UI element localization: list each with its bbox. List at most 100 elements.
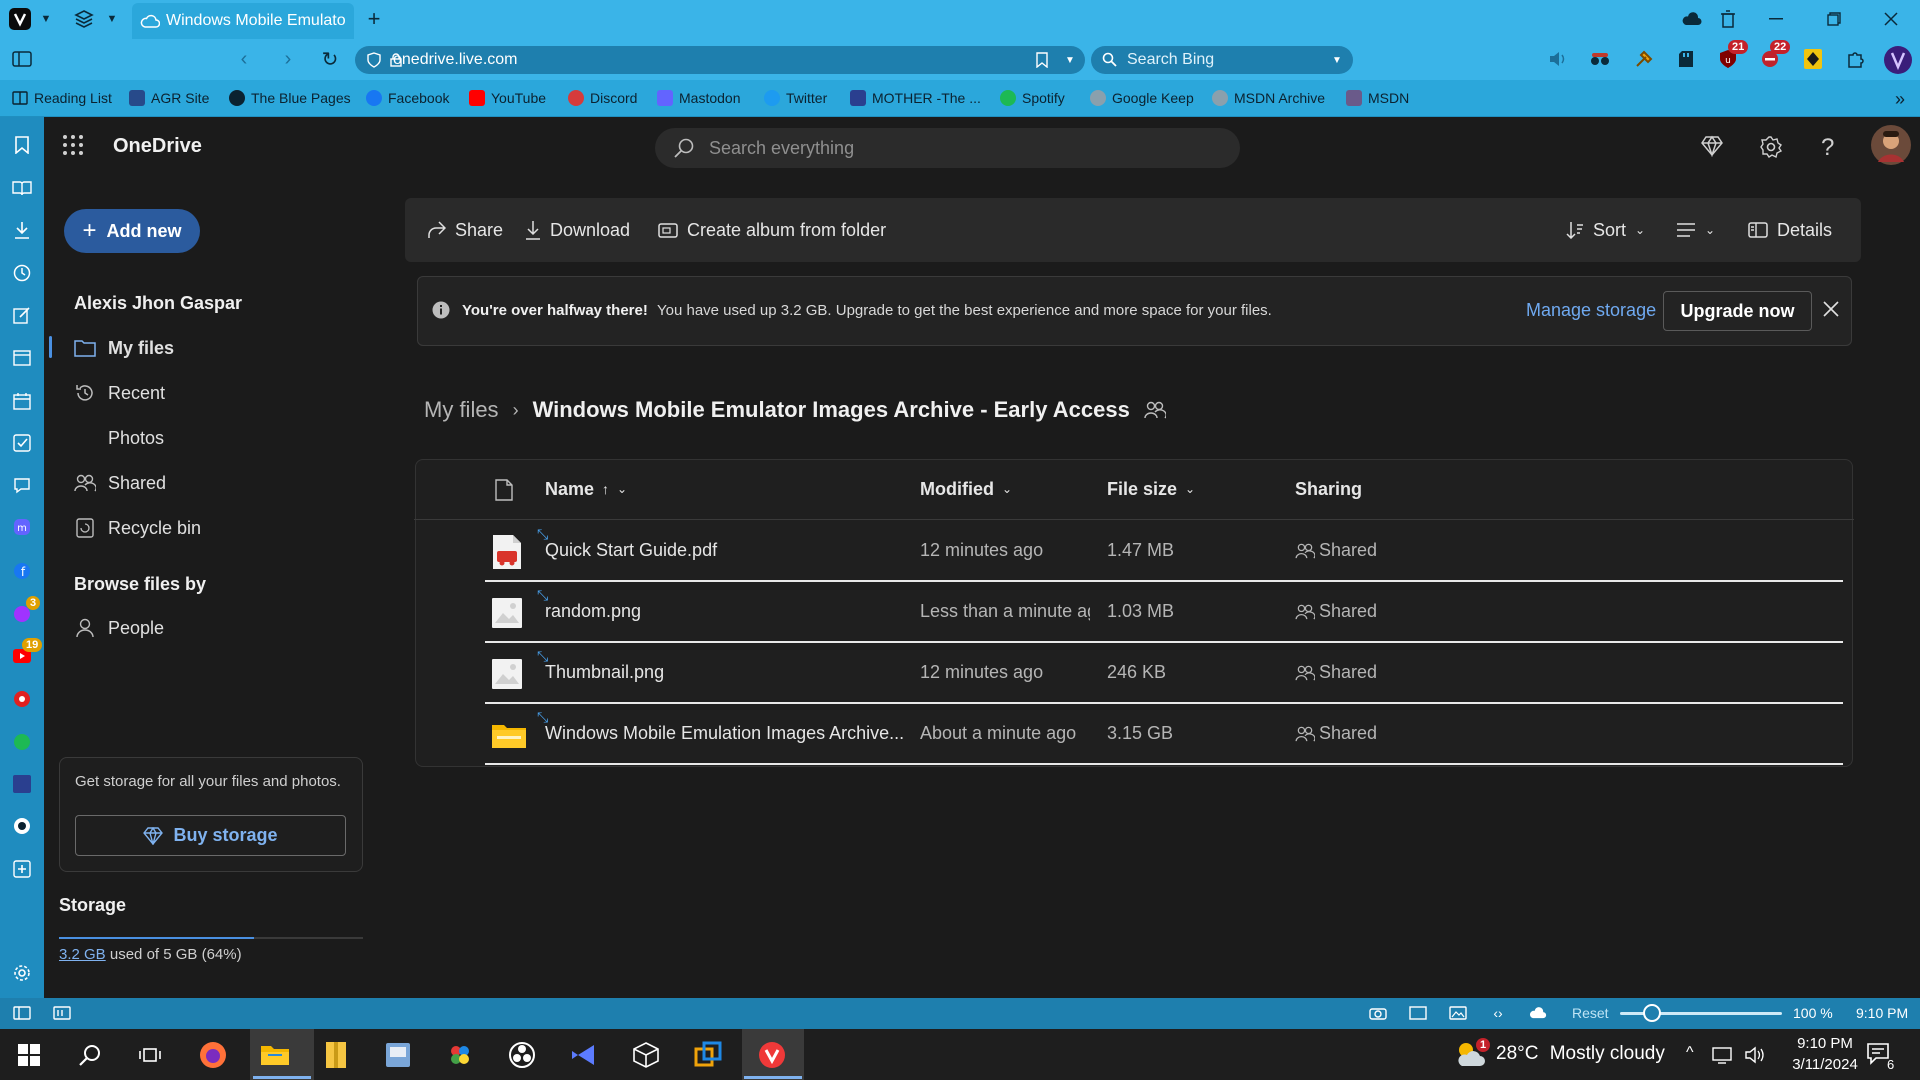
bookmark-google-keep[interactable]: Google Keep [1090, 87, 1194, 109]
chevron-up-icon[interactable]: ^ [1686, 1044, 1694, 1062]
page-tiling-icon[interactable] [1404, 999, 1432, 1027]
file-explorer-icon[interactable] [256, 1036, 294, 1074]
search-icon[interactable] [71, 1036, 109, 1074]
zoom-reset-button[interactable]: Reset [1572, 1005, 1609, 1021]
url-field[interactable]: onedrive.live.com [355, 46, 1085, 74]
downloads-panel-icon[interactable] [9, 217, 35, 243]
table-row[interactable]: ⤡ random.png Less than a minute ag 1.03 … [485, 583, 1843, 643]
share-button[interactable]: Share [426, 216, 503, 244]
table-row[interactable]: ⤡ Quick Start Guide.pdf 12 minutes ago 1… [485, 522, 1843, 582]
reload-icon[interactable]: ↻ [316, 45, 344, 73]
nav-recycle-bin[interactable]: Recycle bin [74, 513, 201, 543]
restore-icon[interactable] [1820, 5, 1848, 33]
settings-gear-icon[interactable] [1759, 135, 1783, 159]
bookmark-msdn[interactable]: MSDN [1346, 87, 1409, 109]
buy-storage-button[interactable]: Buy storage [75, 815, 346, 856]
bookmarks-panel-icon[interactable] [9, 132, 35, 158]
sort-button[interactable]: Sort ⌄ [1566, 216, 1645, 244]
vivaldi-taskbar-icon[interactable] [753, 1036, 791, 1074]
wiki-panel-icon[interactable] [9, 771, 35, 797]
windows-start-icon[interactable] [10, 1036, 48, 1074]
vmware-icon[interactable] [689, 1036, 727, 1074]
chevron-down-icon[interactable]: ▼ [32, 5, 60, 33]
shared-people-icon[interactable] [1144, 401, 1166, 419]
bookmark-overflow-icon[interactable]: » [1886, 85, 1914, 113]
sync-cloud-icon[interactable] [1524, 999, 1552, 1027]
close-icon[interactable] [1823, 301, 1839, 317]
file-sharing[interactable]: Shared [1295, 540, 1455, 561]
profile-avatar-icon[interactable] [1882, 44, 1914, 76]
chevron-down-icon[interactable]: ▼ [1056, 46, 1084, 74]
zoom-slider-handle[interactable] [1643, 1004, 1661, 1022]
panel-toggle-icon[interactable] [8, 45, 36, 73]
upgrade-now-button[interactable]: Upgrade now [1663, 291, 1812, 331]
nav-shared[interactable]: Shared [74, 468, 166, 498]
disk-tool-icon[interactable] [379, 1036, 417, 1074]
forward-icon[interactable]: › [274, 45, 302, 73]
bookmark-spotify[interactable]: Spotify [1000, 87, 1065, 109]
image-toggle-icon[interactable] [1444, 999, 1472, 1027]
storage-used-link[interactable]: 3.2 GB [59, 946, 106, 963]
file-name[interactable]: Thumbnail.png [545, 662, 905, 683]
file-name[interactable]: random.png [545, 601, 905, 622]
search-bing-input[interactable]: Search Bing [1091, 46, 1353, 74]
blue-pages-panel-icon[interactable] [9, 813, 35, 839]
create-album-button[interactable]: Create album from folder [658, 216, 886, 244]
calendar-panel-icon[interactable] [9, 388, 35, 414]
file-name[interactable]: Windows Mobile Emulation Images Archive.… [545, 723, 905, 744]
virtualbox-icon[interactable] [627, 1036, 665, 1074]
vivaldi-menu-icon[interactable] [6, 5, 34, 33]
nav-people[interactable]: People [74, 613, 164, 643]
nav-photos[interactable]: Photos [74, 423, 164, 453]
extensions-puzzle-icon[interactable] [1842, 45, 1870, 73]
file-sharing[interactable]: Shared [1295, 601, 1455, 622]
table-row[interactable]: ⤡ Windows Mobile Emulation Images Archiv… [485, 705, 1843, 765]
tab-onedrive[interactable]: Windows Mobile Emulator I [132, 3, 354, 39]
tasks-panel-icon[interactable] [9, 430, 35, 456]
extension-sd-card-icon[interactable] [1672, 45, 1700, 73]
network-icon[interactable] [1712, 1046, 1734, 1064]
app-launcher-icon[interactable] [62, 134, 84, 156]
app-title[interactable]: OneDrive [113, 135, 202, 158]
panel-toggle-icon[interactable] [8, 999, 36, 1027]
avatar[interactable] [1870, 124, 1912, 166]
bookmark-agr-site[interactable]: AGR Site [129, 87, 209, 109]
file-name[interactable]: Quick Start Guide.pdf [545, 540, 905, 561]
view-options-button[interactable]: ⌄ [1676, 216, 1715, 244]
firefox-icon[interactable] [194, 1036, 232, 1074]
spotify-panel-icon[interactable] [9, 729, 35, 755]
file-type-header-icon[interactable] [495, 479, 513, 501]
table-row[interactable]: ⤡ Thumbnail.png 12 minutes ago 246 KB Sh… [485, 644, 1843, 704]
reading-list-panel-icon[interactable] [9, 175, 35, 201]
nav-my-files[interactable]: My files [74, 333, 174, 363]
facebook-panel-icon[interactable]: f [9, 558, 35, 584]
new-tab-icon[interactable]: + [360, 5, 388, 33]
back-icon[interactable]: ‹ [230, 45, 258, 73]
speaker-icon[interactable] [1544, 45, 1572, 73]
bookmark-youtube[interactable]: YouTube [469, 87, 546, 109]
file-sharing[interactable]: Shared [1295, 723, 1455, 744]
music-panel-icon[interactable] [9, 686, 35, 712]
add-new-button[interactable]: + Add new [64, 209, 200, 253]
bookmark-mastodon[interactable]: Mastodon [657, 87, 740, 109]
search-input[interactable]: Search everything [655, 128, 1240, 168]
bookmark-msdn-archive[interactable]: MSDN Archive [1212, 87, 1325, 109]
window-panel-icon[interactable] [9, 345, 35, 371]
system-clock[interactable]: 9:10 PM 3/11/2024 [1770, 1033, 1880, 1075]
nav-recent[interactable]: Recent [74, 378, 165, 408]
premium-diamond-icon[interactable] [1700, 135, 1724, 157]
tile-tabs-icon[interactable] [48, 999, 76, 1027]
incognito-icon[interactable] [1586, 45, 1614, 73]
weather-widget[interactable]: 28°C Mostly cloudy [1496, 1043, 1665, 1065]
bookmark-reading-list[interactable]: Reading List [12, 87, 112, 109]
volume-icon[interactable] [1744, 1046, 1766, 1064]
file-sharing[interactable]: Shared [1295, 662, 1455, 683]
feeds-panel-icon[interactable] [9, 472, 35, 498]
column-modified[interactable]: Modified ⌄ [920, 477, 1012, 501]
settings-gear-icon[interactable] [9, 960, 35, 986]
extension-hammer-icon[interactable] [1630, 45, 1658, 73]
bookmark-the-blue-pages[interactable]: The Blue Pages [229, 87, 351, 109]
mastodon-panel-icon[interactable]: m [9, 514, 35, 540]
camera-icon[interactable] [1364, 999, 1392, 1027]
history-panel-icon[interactable] [9, 260, 35, 286]
